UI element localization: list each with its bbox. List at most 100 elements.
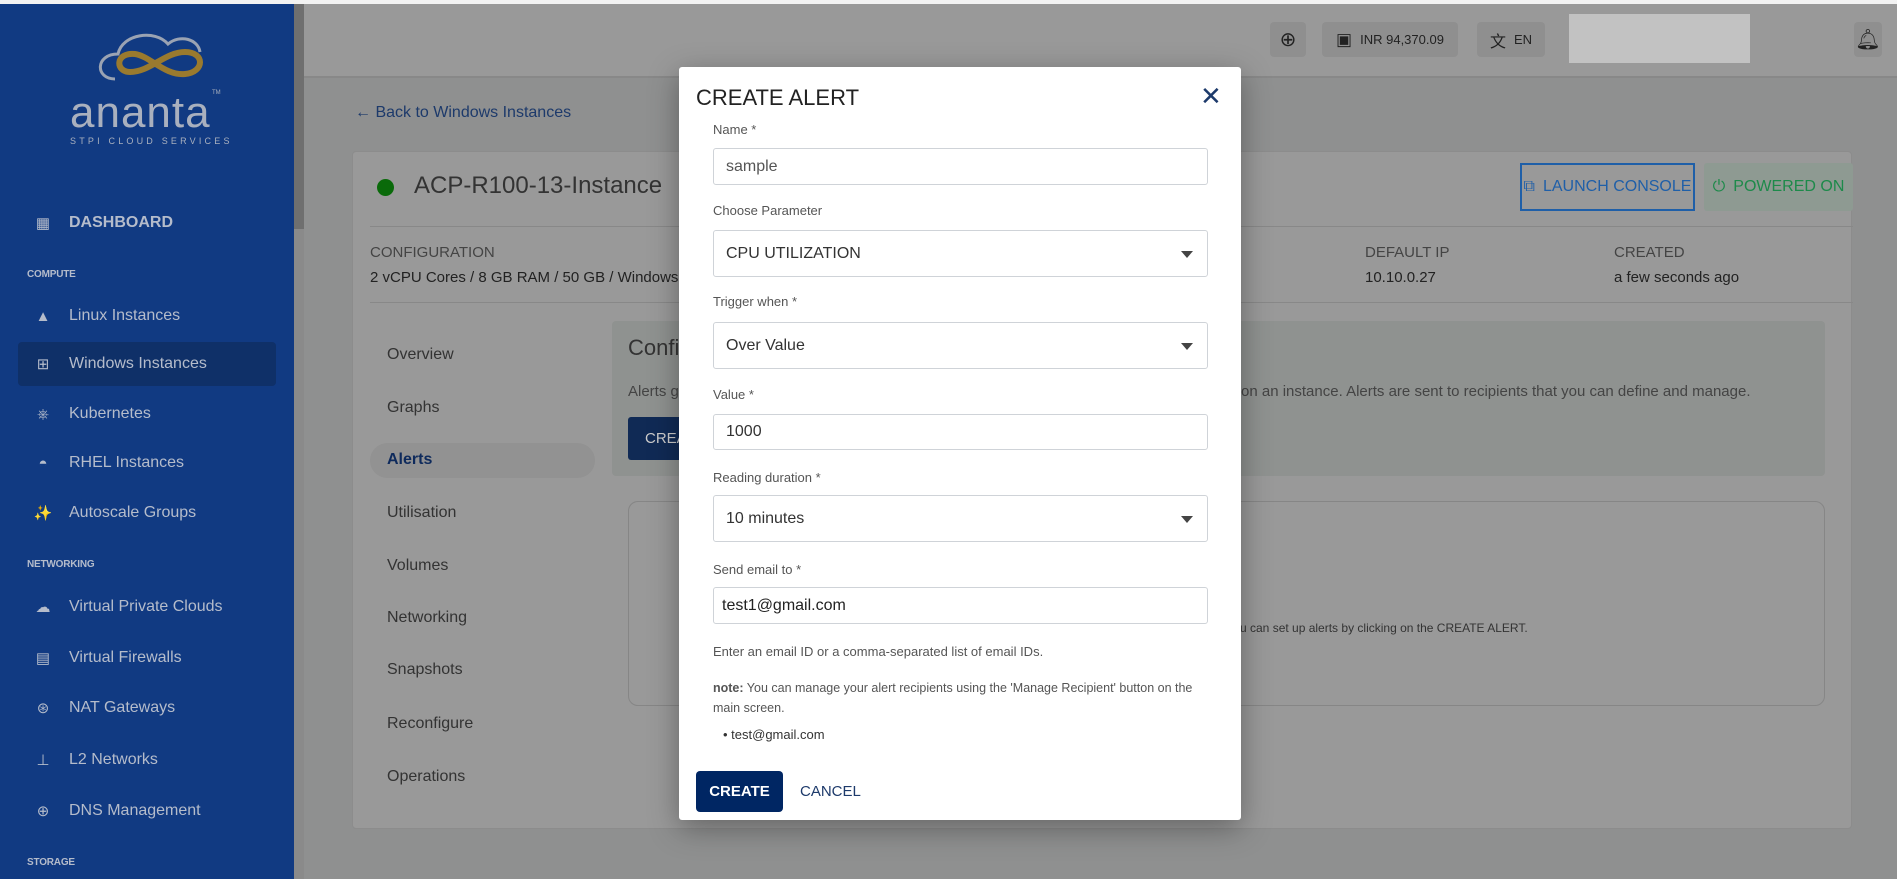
note-body: You can manage your alert recipients usi… — [713, 681, 1193, 715]
router-icon: ⊛ — [36, 700, 50, 717]
tab-graphs[interactable]: Graphs — [387, 399, 439, 417]
magic-wand-icon: ✨ — [33, 505, 53, 522]
sidebar-item-label: Autoscale Groups — [69, 504, 197, 521]
default-ip-label: DEFAULT IP — [1365, 244, 1450, 261]
email-label: Send email to * — [713, 562, 802, 577]
sidebar-item-dashboard[interactable]: ▦ DASHBOARD — [18, 201, 276, 245]
back-link-label: Back to Windows Instances — [375, 104, 572, 121]
parameter-value: CPU UTILIZATION — [726, 244, 861, 262]
tab-snapshots[interactable]: Snapshots — [387, 661, 463, 679]
redhat-icon: ◓ — [38, 454, 48, 472]
external-link-icon: ⧉ — [1523, 178, 1535, 195]
sidebar-item-label: RHEL Instances — [69, 454, 185, 471]
default-ip-value: 10.10.0.27 — [1365, 269, 1436, 286]
section-compute: COMPUTE — [27, 269, 76, 280]
language-selector[interactable]: 文 EN — [1477, 22, 1545, 57]
note-text: note: You can manage your alert recipien… — [713, 678, 1213, 718]
network-icon: ⊥ — [36, 752, 50, 769]
launch-console-label: LAUNCH CONSOLE — [1542, 178, 1692, 195]
wallet-balance[interactable]: ▣ INR 94,370.09 — [1322, 22, 1458, 57]
dashboard-icon: ▦ — [35, 215, 51, 232]
name-label: Name * — [713, 122, 757, 137]
email-help-text: Enter an email ID or a comma-separated l… — [713, 644, 1044, 659]
duration-value: 10 minutes — [726, 509, 805, 527]
ananta-logo: ananta TM STPI CLOUD SERVICES — [70, 24, 240, 152]
back-link[interactable]: ← Back to Windows Instances — [355, 104, 571, 122]
support-button[interactable]: ⊕ — [1270, 22, 1306, 57]
sidebar-item-label: DASHBOARD — [69, 214, 173, 231]
notifications-button[interactable]: 🔔︎ — [1854, 22, 1882, 57]
empty-state-text: u can set up alerts by clicking on the C… — [1240, 621, 1528, 635]
launch-console-button[interactable]: ⧉ LAUNCH CONSOLE — [1520, 163, 1695, 211]
sidebar-item-dns[interactable]: ⊕ DNS Management — [18, 789, 276, 833]
kubernetes-icon: ⎈ — [36, 405, 49, 423]
section-storage: STORAGE — [27, 857, 75, 868]
recipient-list-item: • test@gmail.com — [723, 727, 825, 742]
tab-utilisation[interactable]: Utilisation — [387, 504, 456, 522]
sidebar-item-rhel[interactable]: ◓ RHEL Instances — [18, 441, 276, 485]
trigger-select[interactable]: Over Value — [713, 322, 1208, 369]
sidebar-item-label: Virtual Firewalls — [69, 649, 182, 666]
tab-volumes[interactable]: Volumes — [387, 557, 448, 575]
sidebar-item-label: L2 Networks — [69, 751, 158, 768]
linux-icon: ▲ — [35, 307, 51, 325]
tab-reconfigure[interactable]: Reconfigure — [387, 715, 473, 733]
created-label: CREATED — [1614, 244, 1685, 261]
close-icon[interactable]: ✕ — [1200, 83, 1222, 109]
dialog-title: CREATE ALERT — [696, 85, 860, 110]
caret-down-icon — [1181, 342, 1193, 350]
sidebar-item-label: DNS Management — [69, 802, 201, 819]
tab-networking[interactable]: Networking — [387, 609, 467, 627]
sidebar-item-kubernetes[interactable]: ⎈ Kubernetes — [18, 392, 276, 436]
name-input[interactable]: sample — [713, 148, 1208, 185]
cloud-lock-icon: ☁ — [35, 599, 51, 616]
alerts-info-title: Confi — [628, 335, 680, 360]
trademark: TM — [212, 90, 221, 96]
windows-icon: ⊞ — [36, 356, 50, 373]
wallet-icon: ▣ — [1336, 29, 1353, 49]
sidebar: ananta TM STPI CLOUD SERVICES ▦ DASHBOAR… — [0, 4, 294, 879]
tab-alerts[interactable]: Alerts — [387, 451, 432, 469]
sidebar-item-vpc[interactable]: ☁ Virtual Private Clouds — [18, 585, 276, 629]
sidebar-item-windows[interactable]: ⊞ Windows Instances — [18, 342, 276, 386]
sidebar-item-l2[interactable]: ⊥ L2 Networks — [18, 738, 276, 782]
value-value: 1000 — [726, 423, 762, 440]
translate-icon: 文 — [1489, 33, 1506, 51]
status-dot — [377, 179, 394, 196]
caret-down-icon — [1181, 250, 1193, 258]
firewall-icon: ▤ — [35, 650, 51, 667]
language-text: EN — [1513, 32, 1533, 47]
sidebar-item-linux[interactable]: ▲ Linux Instances — [18, 294, 276, 338]
email-input[interactable]: test1@gmail.com — [713, 587, 1208, 624]
value-input[interactable]: 1000 — [713, 414, 1208, 450]
trigger-value: Over Value — [726, 336, 805, 354]
power-state-button[interactable]: ⏻ POWERED ON — [1704, 163, 1853, 211]
sidebar-item-firewalls[interactable]: ▤ Virtual Firewalls — [18, 636, 276, 680]
parameter-select[interactable]: CPU UTILIZATION — [713, 230, 1208, 277]
tab-operations[interactable]: Operations — [387, 768, 465, 786]
section-networking: NETWORKING — [27, 559, 95, 570]
duration-select[interactable]: 10 minutes — [713, 495, 1208, 542]
duration-label: Reading duration * — [713, 470, 821, 485]
tab-overview[interactable]: Overview — [387, 346, 454, 364]
brand-tagline: STPI CLOUD SERVICES — [70, 136, 233, 146]
created-value: a few seconds ago — [1614, 269, 1740, 286]
cancel-button[interactable]: CANCEL — [800, 783, 861, 800]
power-state-label: POWERED ON — [1733, 178, 1845, 195]
brand-name: ananta — [70, 88, 211, 137]
sidebar-item-nat[interactable]: ⊛ NAT Gateways — [18, 686, 276, 730]
recipient-email: test@gmail.com — [731, 727, 825, 742]
user-profile-redacted[interactable] — [1569, 14, 1750, 63]
sidebar-scrollbar-thumb[interactable] — [294, 4, 304, 229]
sidebar-item-label: Virtual Private Clouds — [69, 598, 223, 615]
instance-title: ACP-R100-13-Instance — [414, 172, 663, 199]
config-value: 2 vCPU Cores / 8 GB RAM / 50 GB / Window… — [370, 269, 693, 286]
config-label: CONFIGURATION — [370, 244, 495, 261]
sidebar-item-autoscale[interactable]: ✨ Autoscale Groups — [18, 491, 276, 535]
create-button[interactable]: CREATE — [696, 771, 783, 812]
alerts-info-text-cont: on an instance. Alerts are sent to recip… — [1241, 383, 1751, 400]
arrow-left-icon: ← — [355, 104, 376, 121]
email-value: test1@gmail.com — [722, 596, 846, 614]
sidebar-item-label: Kubernetes — [69, 405, 151, 422]
lifebuoy-icon: ⊕ — [1279, 29, 1297, 51]
